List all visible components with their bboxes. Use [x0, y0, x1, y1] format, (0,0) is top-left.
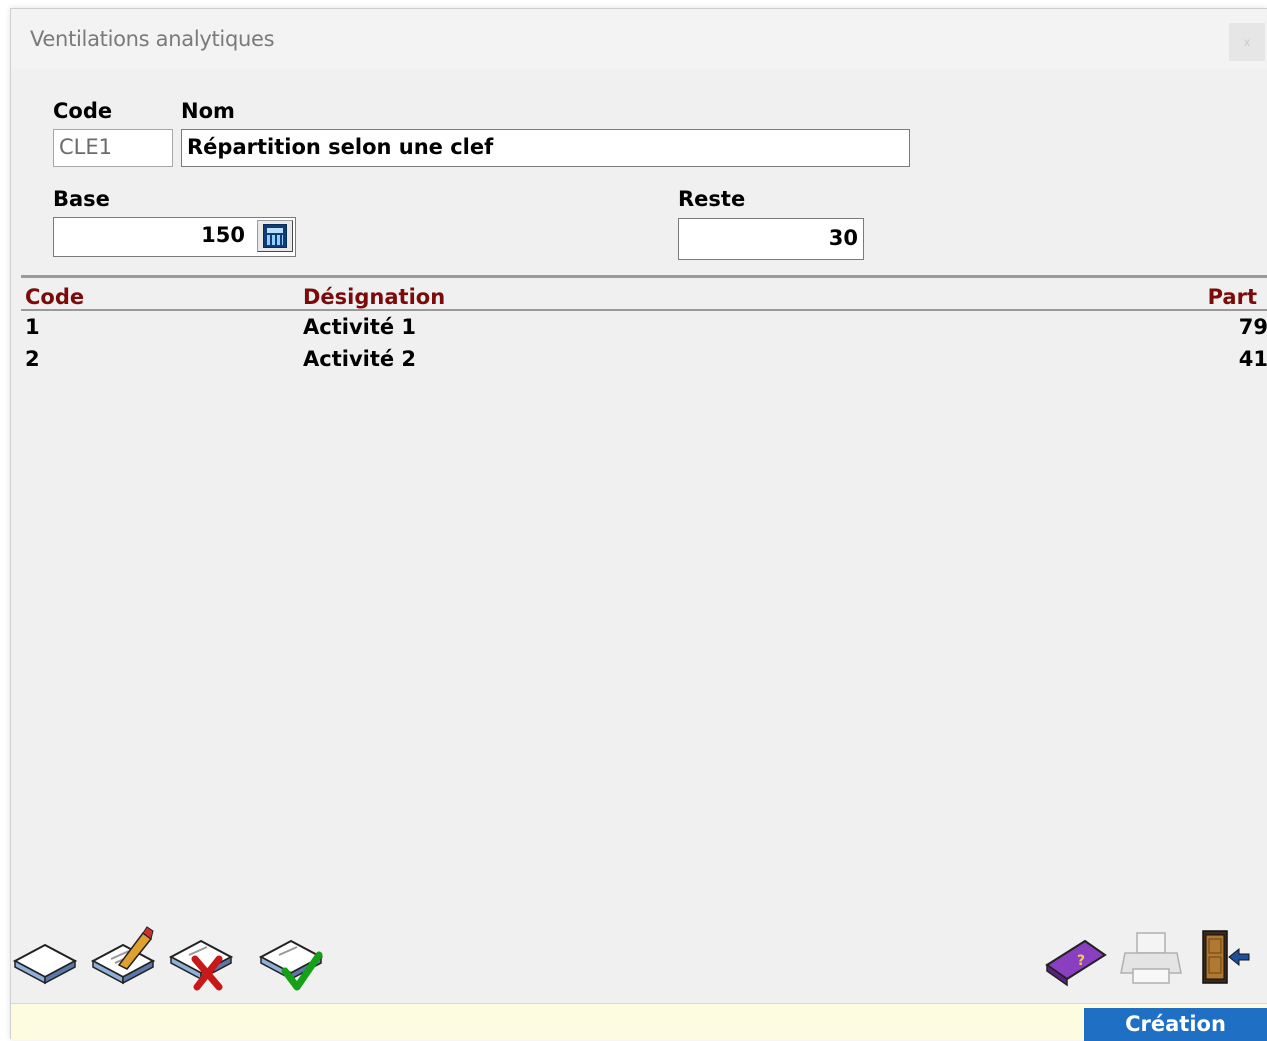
row-designation: Activité 1: [303, 315, 417, 339]
table-row[interactable]: 1 Activité 1 79: [21, 315, 1267, 347]
reste-label: Reste: [678, 187, 746, 211]
delete-button[interactable]: [167, 925, 234, 991]
reste-field[interactable]: 30: [678, 218, 864, 260]
printer-icon: [1120, 932, 1182, 984]
validate-button[interactable]: [257, 925, 324, 991]
exit-button[interactable]: [1197, 925, 1263, 991]
svg-text:?: ?: [1077, 953, 1085, 969]
calculator-icon: [263, 224, 287, 248]
header-divider: [21, 309, 1267, 311]
window-title: Ventilations analytiques: [30, 27, 275, 51]
edit-button[interactable]: [89, 925, 156, 991]
nom-field[interactable]: Répartition selon une clef: [181, 129, 910, 167]
exit-door-icon: [1202, 930, 1250, 984]
calculator-button[interactable]: [257, 220, 293, 252]
mode-badge: Création: [1084, 1008, 1267, 1041]
edit-document-icon: [90, 926, 156, 985]
row-code: 1: [25, 315, 40, 339]
new-document-icon: [12, 943, 78, 985]
row-part: 79: [1238, 315, 1267, 339]
delete-document-icon: [168, 939, 234, 991]
column-header-part[interactable]: Part: [1208, 285, 1257, 309]
validate-document-icon: [258, 939, 324, 991]
help-button[interactable]: ?: [1041, 925, 1107, 991]
column-header-designation[interactable]: Désignation: [303, 285, 445, 309]
print-button[interactable]: [1119, 925, 1185, 991]
new-button[interactable]: [11, 925, 78, 991]
status-bar: Création: [11, 1003, 1267, 1041]
base-value: 150: [201, 223, 245, 247]
row-part: 41: [1238, 347, 1267, 371]
row-designation: Activité 2: [303, 347, 417, 371]
code-field[interactable]: CLE1: [53, 129, 173, 167]
help-book-icon: ?: [1045, 939, 1107, 987]
section-divider: [21, 275, 1267, 278]
dialog-window: Ventilations analytiques x Code Nom CLE1…: [10, 8, 1267, 1041]
base-field[interactable]: 150: [53, 217, 296, 257]
base-label: Base: [53, 187, 110, 211]
table-row[interactable]: 2 Activité 2 41: [21, 347, 1267, 379]
close-button[interactable]: x: [1229, 23, 1265, 61]
nom-label: Nom: [181, 99, 235, 123]
column-header-code[interactable]: Code: [25, 285, 84, 309]
code-label: Code: [53, 99, 113, 123]
row-code: 2: [25, 347, 40, 371]
title-bar: Ventilations analytiques x: [11, 9, 1267, 69]
